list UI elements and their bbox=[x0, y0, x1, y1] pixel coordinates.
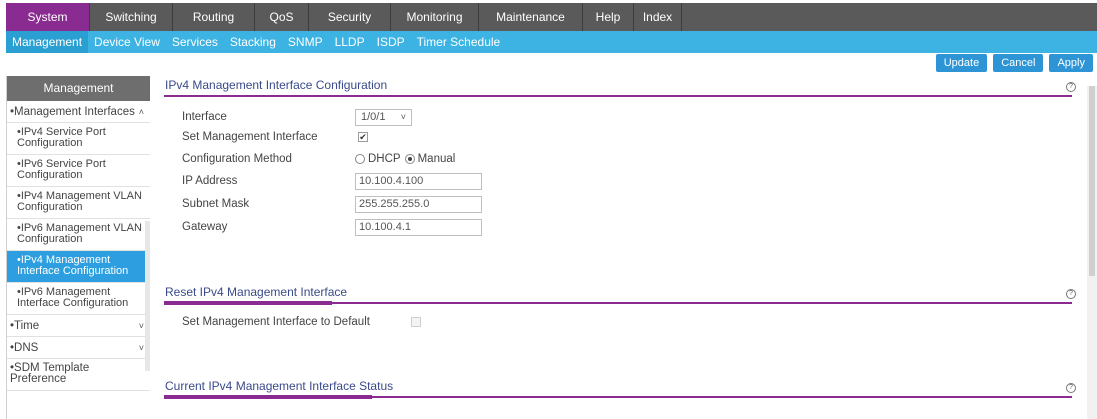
sidebar-items: •Management Interfaces ˄ •IPv4 Service P… bbox=[7, 101, 150, 391]
sidebar-item-label: IPv6 Service Port Configuration bbox=[17, 158, 106, 181]
update-button[interactable]: Update bbox=[935, 54, 988, 72]
interface-select[interactable]: 1/0/1 ˅ bbox=[355, 109, 412, 126]
subnav-isdp[interactable]: ISDP bbox=[371, 31, 411, 53]
manual-label: Manual bbox=[417, 153, 456, 165]
main-scrollbar[interactable] bbox=[1087, 86, 1097, 419]
sidebar-item-sdm-template[interactable]: •SDM Template Preference bbox=[7, 359, 150, 391]
sidebar-item-label: IPv4 Management Interface Configuration bbox=[17, 254, 129, 277]
help-icon[interactable]: ? bbox=[1066, 82, 1076, 92]
ip-label: IP Address bbox=[182, 175, 238, 187]
cancel-button[interactable]: Cancel bbox=[993, 54, 1044, 72]
tab-security[interactable]: Security bbox=[309, 3, 391, 31]
sidebar-item-ipv6-mgmt-vlan[interactable]: •IPv6 Management VLAN Configuration bbox=[7, 219, 150, 251]
sidebar-item-label: SDM Template Preference bbox=[10, 362, 90, 385]
tab-maintenance[interactable]: Maintenance bbox=[479, 3, 583, 31]
sidebar-item-ipv4-mgmt-vlan[interactable]: •IPv4 Management VLAN Configuration bbox=[7, 187, 150, 219]
section-title: Current IPv4 Management Interface Status bbox=[165, 379, 394, 393]
section-title-underline bbox=[164, 301, 332, 305]
section-divider bbox=[164, 95, 1072, 97]
sidebar-item-label: IPv6 Management VLAN Configuration bbox=[17, 222, 142, 245]
section-title: IPv4 Management Interface Configuration bbox=[165, 78, 388, 92]
gateway-field[interactable]: 10.100.4.1 bbox=[355, 219, 482, 236]
tab-qos[interactable]: QoS bbox=[255, 3, 309, 31]
apply-button[interactable]: Apply bbox=[1049, 54, 1093, 72]
sidebar-group-label: DNS bbox=[14, 342, 39, 354]
method-radio-group: DHCP Manual bbox=[355, 150, 455, 168]
top-navigation: System Switching Routing QoS Security Mo… bbox=[0, 0, 1097, 34]
chevron-down-icon[interactable]: ˅ bbox=[139, 337, 144, 359]
subnav-timer-schedule[interactable]: Timer Schedule bbox=[411, 31, 507, 53]
reset-label: Set Management Interface to Default bbox=[182, 316, 370, 328]
ip-address-field[interactable]: 10.100.4.100 bbox=[355, 173, 482, 190]
sidebar-item-ipv4-service-port[interactable]: •IPv4 Service Port Configuration bbox=[7, 123, 150, 155]
subnav-lldp[interactable]: LLDP bbox=[329, 31, 371, 53]
top-nav-fill bbox=[682, 3, 1097, 31]
tab-system[interactable]: System bbox=[6, 3, 90, 31]
sidebar-group-dns[interactable]: •DNS ˅ bbox=[7, 337, 150, 359]
subnav-management[interactable]: Management bbox=[6, 31, 89, 53]
sidebar-header: Management bbox=[7, 76, 150, 101]
main-content: IPv4 Management Interface Configuration … bbox=[164, 76, 1087, 419]
sidebar-item-label: IPv4 Management VLAN Configuration bbox=[17, 190, 142, 213]
reset-section: Reset IPv4 Management Interface ? Set Ma… bbox=[164, 283, 1084, 363]
help-icon[interactable]: ? bbox=[1066, 289, 1076, 299]
subnav-snmp[interactable]: SNMP bbox=[282, 31, 329, 53]
config-section: IPv4 Management Interface Configuration … bbox=[164, 76, 1084, 286]
sidebar-group-label: Time bbox=[14, 320, 40, 332]
reset-default-checkbox[interactable] bbox=[411, 317, 421, 327]
sidebar-group-time[interactable]: •Time ˅ bbox=[7, 315, 150, 337]
sidebar-item-label: IPv4 Service Port Configuration bbox=[17, 126, 106, 149]
mask-label: Subnet Mask bbox=[182, 198, 250, 210]
subnav-stacking[interactable]: Stacking bbox=[224, 31, 282, 53]
tab-index[interactable]: Index bbox=[634, 3, 682, 31]
sidebar-item-ipv6-service-port[interactable]: •IPv6 Service Port Configuration bbox=[7, 155, 150, 187]
sidebar: Management •Management Interfaces ˄ •IPv… bbox=[6, 76, 150, 419]
sidebar-scrollbar[interactable] bbox=[145, 221, 150, 371]
chevron-up-icon[interactable]: ˄ bbox=[139, 101, 144, 123]
set-mgmt-checkbox[interactable]: ✔ bbox=[358, 132, 368, 142]
subnav-device-view[interactable]: Device View bbox=[88, 31, 166, 53]
help-icon[interactable]: ? bbox=[1066, 383, 1076, 393]
chevron-down-icon[interactable]: ˅ bbox=[139, 315, 144, 337]
tab-help[interactable]: Help bbox=[583, 3, 634, 31]
dhcp-radio[interactable] bbox=[355, 154, 365, 164]
subnet-mask-field[interactable]: 255.255.255.0 bbox=[355, 196, 482, 213]
tab-routing[interactable]: Routing bbox=[173, 3, 255, 31]
gateway-label: Gateway bbox=[182, 221, 228, 233]
tab-monitoring[interactable]: Monitoring bbox=[391, 3, 479, 31]
manual-radio[interactable] bbox=[404, 154, 415, 164]
set-mgmt-label: Set Management Interface bbox=[182, 131, 318, 143]
chevron-down-icon: ˅ bbox=[400, 112, 406, 122]
top-nav-bar: System Switching Routing QoS Security Mo… bbox=[6, 3, 1097, 31]
method-label: Configuration Method bbox=[182, 153, 292, 165]
scrollbar-thumb[interactable] bbox=[1089, 86, 1095, 276]
status-section: Current IPv4 Management Interface Status… bbox=[164, 377, 1084, 419]
subnav-services[interactable]: Services bbox=[166, 31, 224, 53]
dhcp-label: DHCP bbox=[368, 153, 401, 165]
action-buttons: Update Cancel Apply bbox=[935, 54, 1093, 72]
tab-switching[interactable]: Switching bbox=[90, 3, 173, 31]
sidebar-item-label: IPv6 Management Interface Configuration bbox=[17, 286, 129, 309]
sidebar-group-label: Management Interfaces bbox=[14, 106, 135, 118]
sidebar-item-ipv6-mgmt-interface[interactable]: •IPv6 Management Interface Configuration bbox=[7, 283, 150, 315]
sidebar-item-ipv4-mgmt-interface[interactable]: •IPv4 Management Interface Configuration bbox=[7, 251, 150, 283]
interface-value: 1/0/1 bbox=[361, 111, 386, 123]
section-title: Reset IPv4 Management Interface bbox=[165, 285, 348, 299]
sidebar-group-management-interfaces[interactable]: •Management Interfaces ˄ bbox=[7, 101, 150, 123]
section-title-underline bbox=[164, 395, 372, 399]
interface-label: Interface bbox=[182, 111, 227, 123]
sub-navigation: Management Device View Services Stacking… bbox=[6, 31, 1097, 53]
